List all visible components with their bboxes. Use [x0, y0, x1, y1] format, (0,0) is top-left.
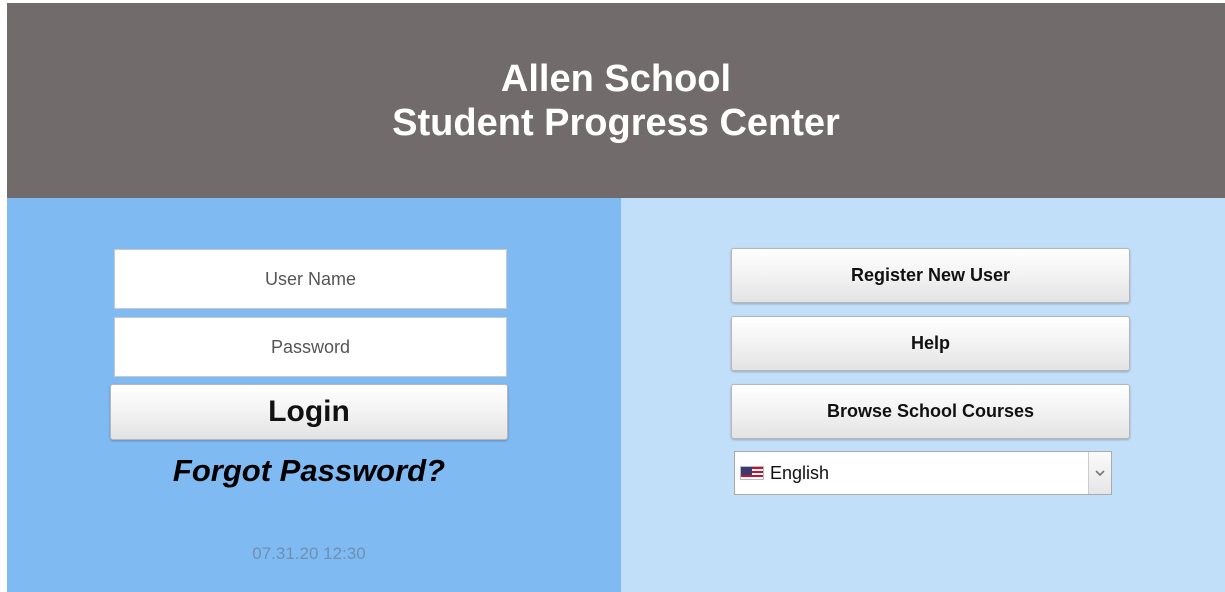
page-header: Allen School Student Progress Center [7, 3, 1225, 198]
school-name: Allen School [500, 57, 732, 100]
help-button[interactable]: Help [731, 316, 1130, 371]
forgot-password-link[interactable]: Forgot Password? [110, 453, 508, 489]
portal-title: Student Progress Center [392, 101, 840, 144]
browse-button-label: Browse School Courses [826, 401, 1035, 421]
login-button-label: Login [268, 395, 350, 428]
timestamp: 07.31.20 12:30 [252, 544, 366, 563]
us-flag-icon [740, 466, 764, 480]
username-input[interactable] [114, 249, 507, 309]
login-button[interactable]: Login [110, 384, 508, 440]
browse-school-courses-button[interactable]: Browse School Courses [731, 384, 1130, 439]
chevron-down-icon[interactable] [1088, 452, 1111, 494]
language-select[interactable]: English [734, 451, 1112, 495]
help-button-label: Help [910, 333, 950, 353]
password-input[interactable] [114, 317, 507, 377]
register-new-user-button[interactable]: Register New User [731, 248, 1130, 303]
register-button-label: Register New User [850, 265, 1011, 285]
language-selected-value: English [770, 462, 830, 483]
